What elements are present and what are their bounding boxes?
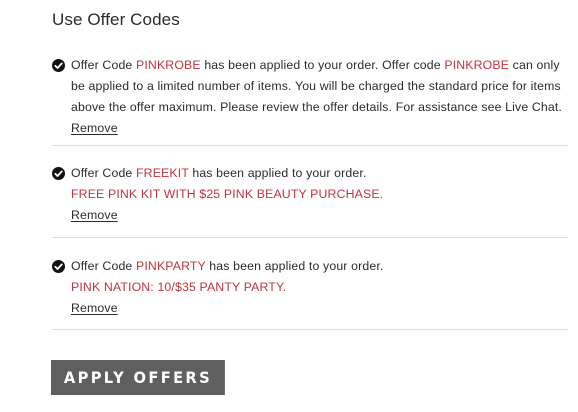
offer-codes-panel: Use Offer Codes Offer Code PINKROBE has …: [0, 0, 578, 412]
offer-message: Offer Code FREEKIT has been applied to y…: [71, 163, 567, 184]
remove-link[interactable]: Remove: [71, 119, 118, 137]
divider: [52, 237, 568, 238]
section-title: Use Offer Codes: [52, 10, 180, 29]
offer-applied-text: has been applied to your order.: [205, 259, 384, 273]
offer-item-pinkrobe: Offer Code PINKROBE has been applied to …: [52, 55, 567, 139]
check-circle-icon: [52, 260, 65, 273]
apply-offers-button[interactable]: APPLY OFFERS: [51, 360, 225, 395]
offer-message: Offer Code PINKROBE has been applied to …: [71, 55, 567, 118]
offer-applied-text: has been applied to your order. Offer co…: [200, 58, 445, 72]
divider: [52, 145, 568, 146]
offer-prefix: Offer Code: [71, 166, 136, 180]
check-circle-icon: [52, 167, 65, 180]
offer-code: PINKROBE: [136, 58, 201, 72]
offer-message: Offer Code PINKPARTY has been applied to…: [71, 256, 567, 277]
offer-code: PINKPARTY: [136, 259, 206, 273]
offer-prefix: Offer Code: [71, 259, 136, 273]
offer-prefix: Offer Code: [71, 58, 136, 72]
remove-link[interactable]: Remove: [71, 206, 118, 224]
remove-link[interactable]: Remove: [71, 299, 118, 317]
offer-code: FREEKIT: [136, 166, 189, 180]
offer-detail: FREE PINK KIT WITH $25 PINK BEAUTY PURCH…: [71, 187, 384, 201]
check-circle-icon: [52, 59, 65, 72]
offer-item-freekit: Offer Code FREEKIT has been applied to y…: [52, 163, 567, 226]
offer-code-repeat: PINKROBE: [444, 58, 510, 72]
offer-applied-text: has been applied to your order.: [188, 166, 367, 180]
offer-detail: PINK NATION: 10/$35 PANTY PARTY.: [71, 280, 287, 294]
divider: [52, 329, 568, 330]
offer-item-pinkparty: Offer Code PINKPARTY has been applied to…: [52, 256, 567, 319]
